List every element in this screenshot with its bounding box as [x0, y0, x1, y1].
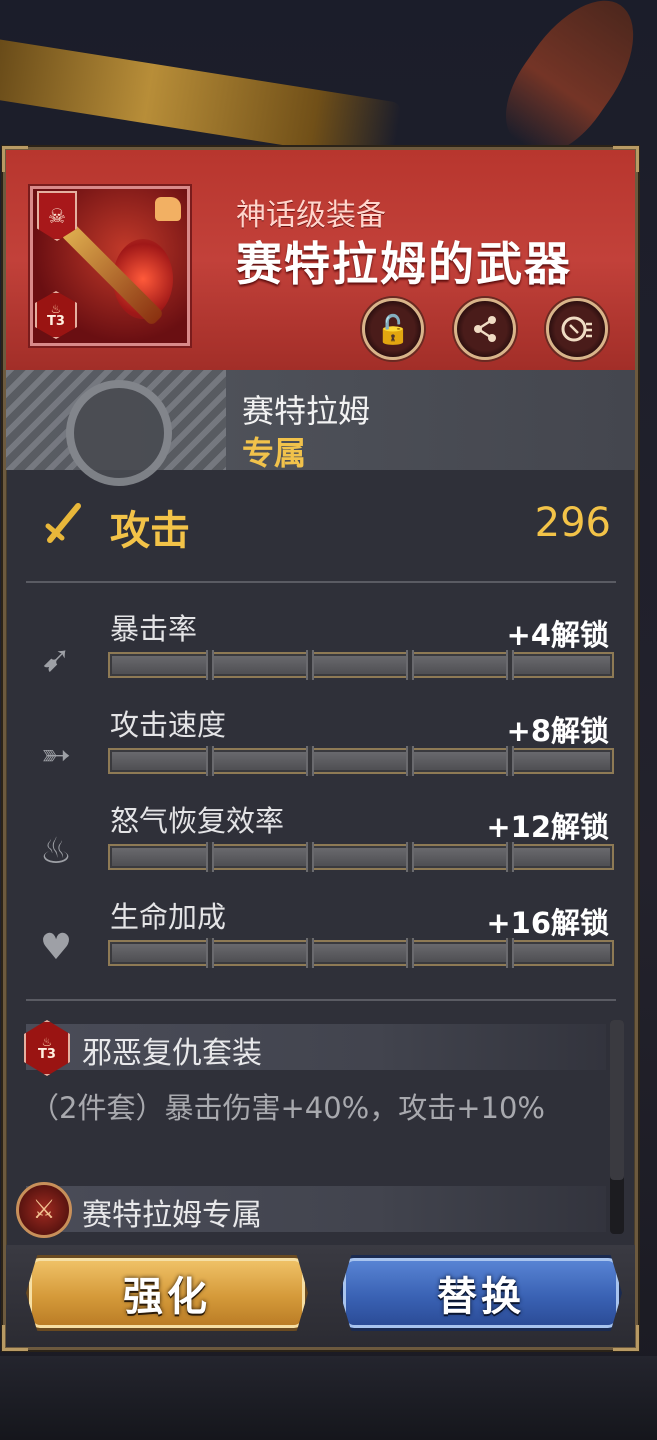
speed-icon: ➳ — [40, 735, 72, 776]
tier-label: T3 — [47, 313, 65, 329]
sub-stat-name: 攻击速度 — [110, 708, 227, 742]
exclusive-label: 专属 — [242, 434, 307, 472]
bar-segment — [506, 650, 514, 680]
enhance-label: 强化 — [123, 1274, 211, 1320]
background-blade — [0, 37, 403, 163]
bar-segment — [506, 938, 514, 968]
bar-segment — [306, 650, 314, 680]
bar-segment — [306, 842, 314, 872]
sub-stat-unlock: +8解锁 — [506, 714, 609, 748]
equipment-panel: ☠ ♨ T3 神话级装备 赛特拉姆的武器 🔓 赛特拉姆 专属 攻击 296 ➹ … — [2, 146, 639, 1351]
coins-button[interactable] — [546, 298, 608, 360]
main-stat: 攻击 296 — [6, 480, 635, 570]
set-name: 邪恶复仇套装 — [82, 1036, 262, 1071]
hero-exclusive-banner: 赛特拉姆 专属 — [6, 370, 635, 486]
lock-icon: 🔓 — [375, 312, 411, 346]
flame-icon: ♨ — [50, 301, 62, 316]
replace-button[interactable]: 替换 — [340, 1255, 622, 1331]
item-header: ☠ ♨ T3 神话级装备 赛特拉姆的武器 🔓 — [6, 150, 635, 370]
bar-segment — [406, 650, 414, 680]
bar-segment — [406, 746, 414, 776]
bar-segment — [406, 938, 414, 968]
flame-icon: ♨ — [41, 1034, 53, 1049]
bar-segment — [306, 746, 314, 776]
hero-name: 赛特拉姆 — [242, 392, 371, 430]
share-icon — [474, 316, 496, 342]
sub-stat-row: ♥ 生命加成 +16解锁 — [6, 894, 635, 984]
sub-stat-bar — [108, 746, 614, 776]
enhance-button[interactable]: 强化 — [26, 1255, 308, 1331]
sub-stat-bar — [108, 650, 614, 680]
action-footer: 强化 替换 — [6, 1245, 635, 1347]
flame-tier-badge: ♨ T3 — [35, 291, 77, 339]
sub-stat-row: ♨ 怒气恢复效率 +12解锁 — [6, 798, 635, 888]
tier-label: T3 — [38, 1046, 56, 1062]
scrollbar[interactable] — [610, 1020, 624, 1234]
set-description: （2件套）暴击伤害+40%，攻击+10% — [30, 1091, 545, 1125]
crit-arrow-icon: ➹ — [40, 639, 72, 680]
sub-stat-bar — [108, 842, 614, 872]
item-name: 赛特拉姆的武器 — [236, 237, 572, 291]
sub-stat-unlock: +12解锁 — [486, 810, 609, 844]
bar-segment — [206, 842, 214, 872]
hand-icon — [155, 197, 181, 221]
sub-stat-name: 暴击率 — [110, 612, 198, 646]
sub-stat-bar — [108, 938, 614, 968]
exclusive-set-name: 赛特拉姆专属 — [82, 1198, 262, 1233]
bar-segment — [506, 842, 514, 872]
bar-segment — [206, 938, 214, 968]
bar-segment — [506, 746, 514, 776]
bar-segment — [206, 746, 214, 776]
set-bonus-list[interactable]: ♨ T3 邪恶复仇套装 （2件套）暴击伤害+40%，攻击+10% ⚔ 赛特拉姆专… — [6, 1010, 635, 1240]
background-floor — [0, 1356, 657, 1440]
divider — [26, 999, 616, 1001]
bar-segment — [406, 842, 414, 872]
exclusive-sword-icon: ⚔ — [16, 1182, 72, 1238]
main-stat-label: 攻击 — [110, 508, 190, 554]
lock-button[interactable]: 🔓 — [362, 298, 424, 360]
sword-icon — [45, 503, 81, 543]
sub-stat-unlock: +16解锁 — [486, 906, 609, 940]
scrollbar-thumb[interactable] — [610, 1020, 624, 1180]
rage-flame-icon: ♨ — [39, 831, 73, 872]
bar-segment — [306, 938, 314, 968]
heart-percent-icon: ♥ — [39, 927, 73, 968]
sub-stat-row: ➹ 暴击率 +4解锁 — [6, 606, 635, 696]
bar-segment — [206, 650, 214, 680]
background-feather — [486, 0, 657, 171]
sub-stat-name: 生命加成 — [110, 900, 227, 934]
hero-art — [6, 370, 226, 486]
item-portrait[interactable]: ☠ ♨ T3 — [30, 186, 190, 346]
sub-stat-unlock: +4解锁 — [506, 618, 609, 652]
sub-stat-name: 怒气恢复效率 — [110, 804, 285, 838]
coins-icon — [561, 316, 592, 342]
divider — [26, 581, 616, 583]
replace-label: 替换 — [437, 1274, 525, 1320]
sub-stat-row: ➳ 攻击速度 +8解锁 — [6, 702, 635, 792]
share-button[interactable] — [454, 298, 516, 360]
main-stat-value: 296 — [534, 500, 611, 546]
